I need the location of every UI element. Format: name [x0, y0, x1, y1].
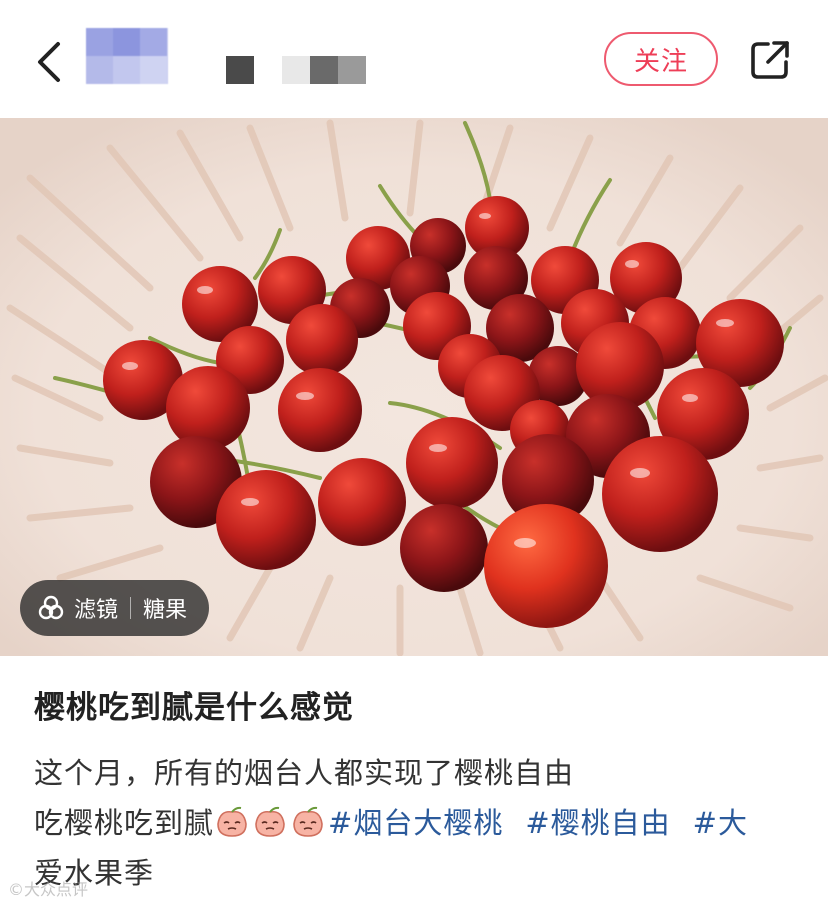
- hashtag-yantai-cherry[interactable]: #烟台大樱桃: [328, 806, 503, 840]
- filter-icon: [38, 595, 64, 620]
- filter-label: 滤镜: [74, 598, 119, 623]
- hashtag-fruit-season-part1[interactable]: #大: [693, 806, 748, 840]
- avatar[interactable]: [86, 28, 168, 84]
- description-line-1: 这个月，所有的烟台人都实现了樱桃自由: [34, 756, 575, 790]
- back-button[interactable]: [30, 38, 70, 86]
- peach-face-emoji: [293, 806, 323, 837]
- peach-face-emoji: [255, 806, 285, 837]
- hashtag-cherry-freedom[interactable]: #樱桃自由: [525, 806, 670, 840]
- description-line-2: 吃樱桃吃到腻 #烟台大樱桃 #樱桃自由 #大: [34, 798, 804, 848]
- peach-face-emoji: [217, 806, 247, 837]
- top-bar: 关注: [0, 0, 828, 118]
- chevron-left-icon: [38, 42, 60, 82]
- filter-value: 糖果: [143, 598, 188, 623]
- description-line-3: 爱水果季: [34, 848, 804, 898]
- share-button[interactable]: [748, 38, 792, 82]
- filter-badge[interactable]: 滤镜 糖果: [20, 580, 210, 636]
- follow-button[interactable]: 关注: [604, 32, 718, 86]
- watermark: ©大众点评: [8, 880, 89, 899]
- post-title: 樱桃吃到腻是什么感觉: [34, 690, 354, 726]
- share-icon: [751, 41, 789, 79]
- username-redacted: [226, 56, 366, 84]
- post-description: 这个月，所有的烟台人都实现了樱桃自由 吃樱桃吃到腻 #烟台大樱桃 #樱桃自由 #大 …: [34, 748, 804, 898]
- cherries-photo: [0, 118, 828, 656]
- description-text: 吃樱桃吃到腻: [34, 806, 215, 840]
- filter-separator: [130, 597, 132, 619]
- post-photo[interactable]: [0, 118, 828, 656]
